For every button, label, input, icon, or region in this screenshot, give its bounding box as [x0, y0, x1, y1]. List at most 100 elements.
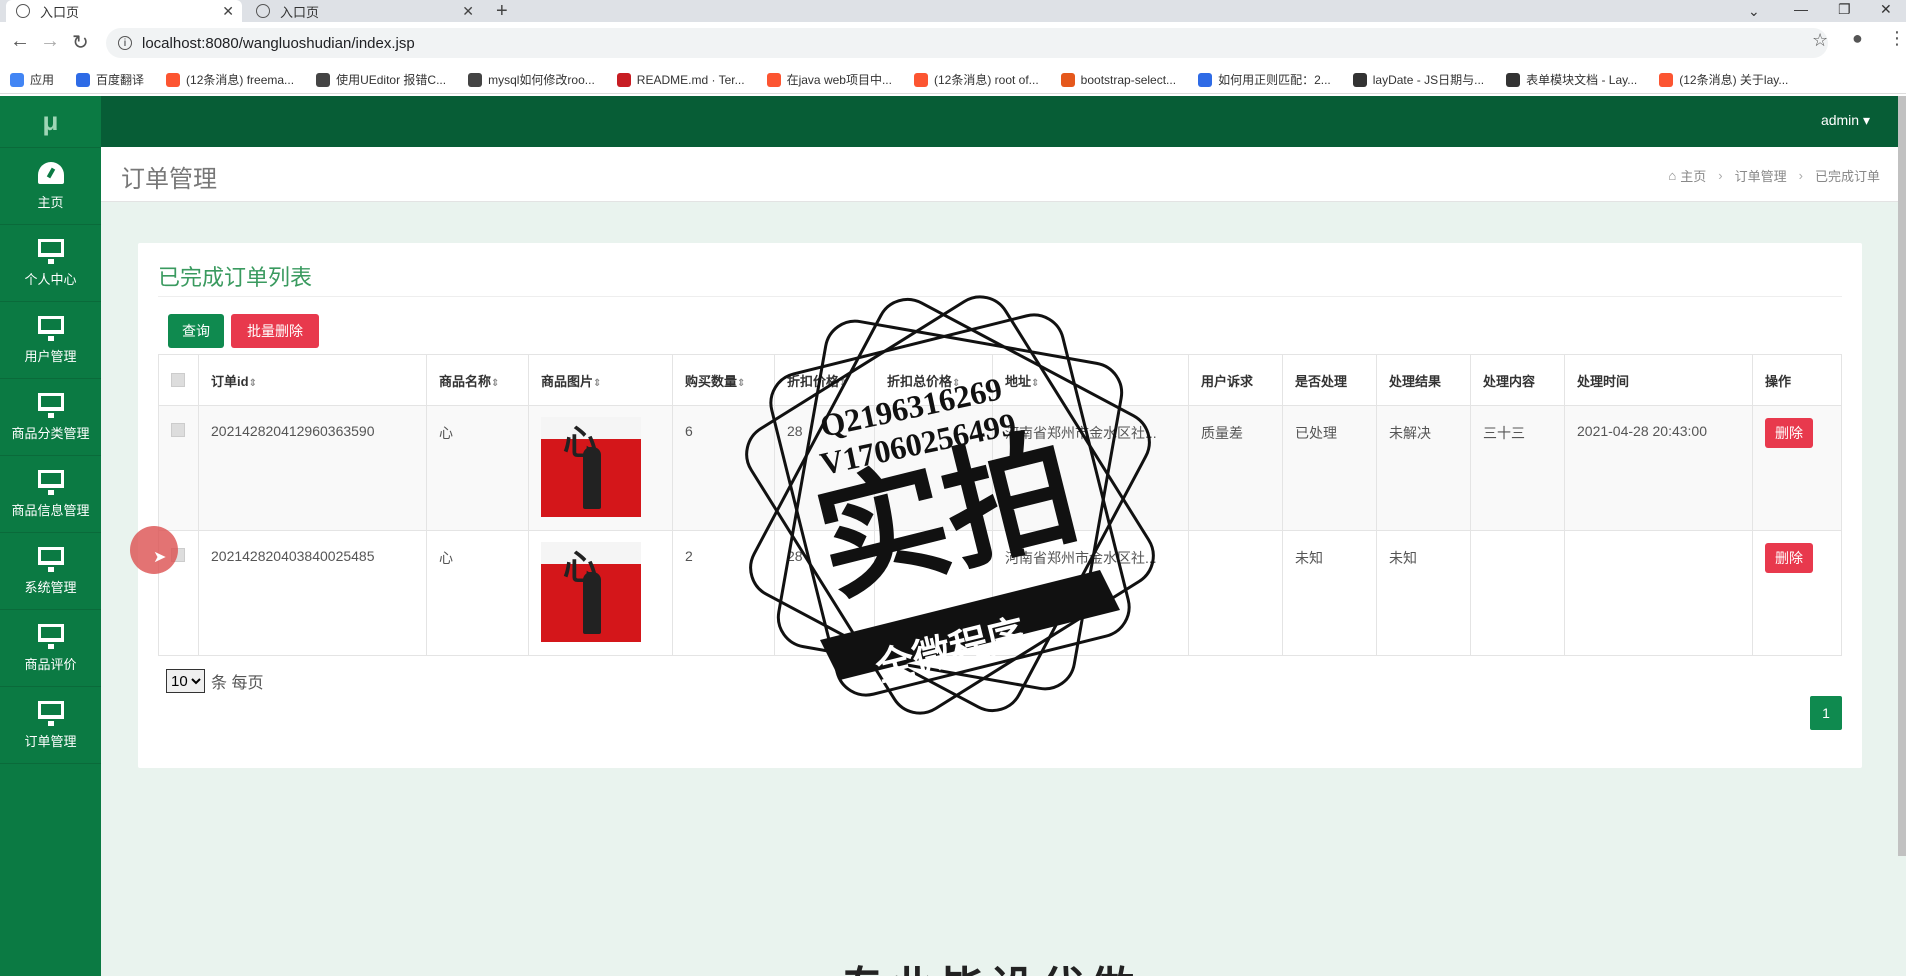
browser-toolbar: ← → ↻ i localhost:8080/wangluoshudian/in…	[0, 22, 1906, 70]
breadcrumb-orders[interactable]: 订单管理	[1735, 166, 1787, 185]
row-select-cell	[158, 405, 199, 531]
monitor-icon	[37, 700, 64, 726]
restore-icon[interactable]: ❐	[1838, 0, 1851, 18]
bookmark-item[interactable]: (12条消息) freema...	[166, 71, 294, 88]
close-tab-icon[interactable]: ✕	[462, 3, 474, 20]
col-product-name[interactable]: 商品名称⇕	[426, 354, 529, 406]
bookmark-item[interactable]: (12条消息) 关于lay...	[1659, 71, 1788, 88]
cell-appeal	[1188, 530, 1283, 656]
product-image-cell: 心	[528, 405, 673, 531]
bookmark-favicon-icon	[166, 72, 181, 87]
bookmark-item[interactable]: 百度翻译	[76, 71, 144, 88]
col-content: 处理内容	[1470, 354, 1565, 406]
sidebar-item-5[interactable]: 系统管理	[0, 533, 101, 610]
row-checkbox[interactable]	[171, 423, 185, 437]
breadcrumb-home[interactable]: 主页	[1680, 166, 1706, 185]
delete-row-button[interactable]: 删除	[1765, 543, 1813, 573]
bookmark-item[interactable]: 在java web项目中...	[766, 71, 892, 88]
page-header: 订单管理 ⌂ 主页 › 订单管理 › 已完成订单	[101, 147, 1906, 202]
monitor-icon	[37, 392, 64, 418]
dashboard-icon	[37, 161, 64, 184]
batch-delete-button[interactable]: 批量删除	[231, 314, 319, 348]
bookmark-favicon-icon	[1352, 72, 1367, 87]
sidebar-item-label: 系统管理	[24, 579, 77, 595]
monitor-icon	[37, 546, 64, 572]
globe-icon	[16, 4, 30, 18]
bookmark-favicon-icon	[1198, 72, 1213, 87]
user-name: admin	[1820, 112, 1860, 128]
star-icon[interactable]: ☆	[1812, 30, 1828, 51]
scrollbar[interactable]	[1898, 96, 1906, 856]
bookmark-item[interactable]: README.md · Ter...	[616, 72, 745, 87]
cell-name: 心	[426, 530, 529, 656]
select-all-checkbox[interactable]	[171, 373, 185, 387]
sidebar-item-2[interactable]: 用户管理	[0, 302, 101, 379]
menu-icon[interactable]: ⋮	[1888, 28, 1906, 49]
sidebar-item-3[interactable]: 商品分类管理	[0, 379, 101, 456]
bookmark-item[interactable]: 如何用正则匹配：2...	[1198, 71, 1331, 88]
monitor-icon	[37, 238, 64, 264]
col-handled: 是否处理	[1282, 354, 1377, 406]
bookmark-label: (12条消息) 关于lay...	[1679, 73, 1789, 87]
minimize-icon[interactable]: —	[1794, 0, 1808, 18]
browser-tab-1[interactable]: 入口页 ✕	[6, 0, 242, 22]
cell-content	[1470, 530, 1565, 656]
sidebar-item-4[interactable]: 商品信息管理	[0, 456, 101, 533]
tab-search-icon[interactable]: ⌄	[1748, 2, 1760, 20]
close-window-icon[interactable]: ✕	[1880, 0, 1892, 18]
pagination-page-1[interactable]: 1	[1810, 696, 1842, 730]
query-button[interactable]: 查询	[168, 314, 224, 348]
sidebar-item-6[interactable]: 商品评价	[0, 610, 101, 687]
new-tab-button[interactable]: +	[496, 0, 508, 22]
close-tab-icon[interactable]: ✕	[222, 3, 234, 20]
bookmark-favicon-icon	[1506, 72, 1521, 87]
bookmark-item[interactable]: bootstrap-select...	[1060, 72, 1176, 87]
bookmark-item[interactable]: (12条消息) root of...	[913, 71, 1039, 88]
reload-icon[interactable]: ↻	[72, 30, 89, 55]
col-order-id[interactable]: 订单id⇕	[198, 354, 427, 406]
back-icon[interactable]: ←	[10, 30, 30, 53]
address-bar[interactable]: i localhost:8080/wangluoshudian/index.js…	[106, 28, 1828, 58]
bookmark-label: 在java web项目中...	[786, 73, 892, 87]
select-all-header[interactable]	[158, 354, 199, 406]
cell-result: 未解决	[1376, 405, 1471, 531]
page-size-select[interactable]: 10	[166, 669, 205, 693]
action-cell: 删除	[1752, 405, 1842, 531]
breadcrumb-current: 已完成订单	[1814, 169, 1880, 184]
browser-tab-2[interactable]: 入口页 ✕	[246, 0, 482, 22]
col-appeal: 用户诉求	[1188, 354, 1283, 406]
home-icon: ⌂	[1668, 168, 1677, 183]
breadcrumb: ⌂ 主页 › 订单管理 › 已完成订单	[1668, 166, 1880, 185]
bookmark-favicon-icon	[316, 72, 331, 87]
tab-label: 入口页	[40, 4, 80, 20]
bookmark-favicon-icon	[468, 72, 483, 87]
col-product-image[interactable]: 商品图片⇕	[528, 354, 673, 406]
apps-grid-icon	[10, 72, 24, 87]
bookmark-item[interactable]: 应用	[10, 71, 54, 88]
bookmark-item[interactable]: layDate - JS日期与...	[1352, 71, 1484, 88]
monitor-icon	[37, 623, 64, 649]
page-title: 订单管理	[121, 166, 217, 193]
browser-tabstrip: 入口页 ✕ 入口页 ✕ + ⌄ — ❐ ✕	[0, 0, 1906, 22]
globe-icon	[256, 4, 270, 18]
sidebar-item-7[interactable]: 订单管理	[0, 687, 101, 764]
breadcrumb-separator: ›	[1798, 168, 1803, 183]
cell-time: 2021-04-28 20:43:00	[1564, 405, 1753, 531]
action-cell: 删除	[1752, 530, 1842, 656]
profile-icon[interactable]: ●	[1852, 28, 1863, 49]
bookmark-item[interactable]: 使用UEditor 报错C...	[316, 71, 446, 88]
sidebar-item-label: 用户管理	[24, 348, 77, 364]
delete-row-button[interactable]: 删除	[1765, 418, 1813, 448]
panel-title: 已完成订单列表	[158, 265, 313, 290]
url-text: localhost:8080/wangluoshudian/index.jsp	[142, 34, 415, 52]
bottom-watermark-text: 专业毕设代做	[840, 952, 1140, 976]
cell-name: 心	[426, 405, 529, 531]
sidebar-item-1[interactable]: 个人中心	[0, 225, 101, 302]
forward-icon[interactable]: →	[40, 30, 60, 53]
bookmark-label: 应用	[30, 73, 55, 87]
sidebar-item-0[interactable]: 主页	[0, 148, 101, 225]
user-menu[interactable]: admin ▾	[1821, 112, 1870, 129]
bookmark-item[interactable]: mysql如何修改roo...	[468, 71, 595, 88]
bookmark-item[interactable]: 表单模块文档 - Lay...	[1506, 71, 1637, 88]
info-icon[interactable]: i	[118, 36, 132, 50]
